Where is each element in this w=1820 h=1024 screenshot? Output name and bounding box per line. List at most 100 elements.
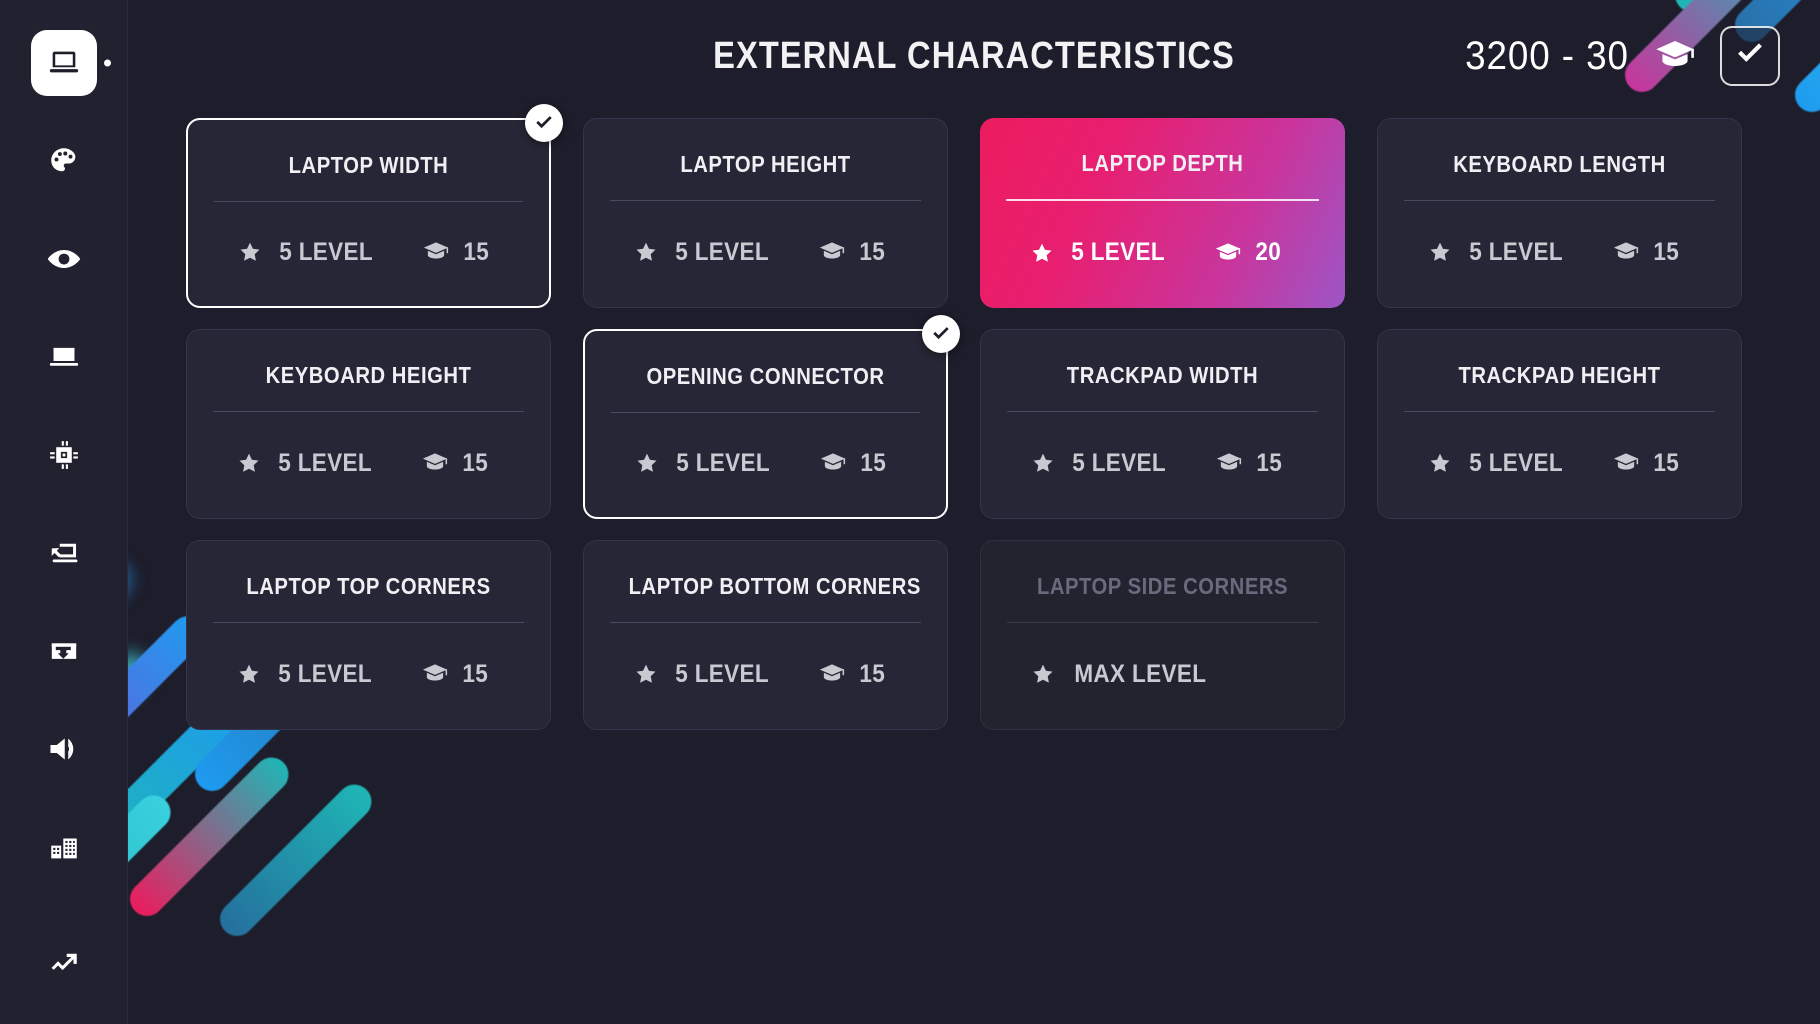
cost-value: 15 [860, 448, 887, 477]
sidebar-item-appearance[interactable] [31, 128, 97, 194]
inbox-download-icon [47, 634, 81, 668]
star-icon [635, 451, 659, 475]
card-keyboard-height[interactable]: KEYBOARD HEIGHT 5 LEVEL 15 [186, 329, 551, 519]
eye-icon [46, 241, 82, 277]
palette-icon [47, 144, 81, 178]
sidebar-item-ports[interactable] [31, 520, 97, 586]
speaker-icon [46, 731, 82, 767]
sidebar-item-hardware[interactable] [31, 422, 97, 488]
check-icon [1733, 37, 1767, 76]
sidebar-item-external[interactable] [31, 324, 97, 390]
card-title: LAPTOP HEIGHT [680, 151, 851, 177]
card-laptop-width[interactable]: LAPTOP WIDTH 5 LEVEL 15 [186, 104, 563, 308]
star-icon [1428, 240, 1452, 264]
sidebar-item-laptop-overview[interactable] [30, 30, 111, 96]
card-laptop-side-corners: LAPTOP SIDE CORNERS MAX LEVEL [980, 540, 1345, 730]
card-trackpad-width[interactable]: TRACKPAD WIDTH 5 LEVEL 15 [980, 329, 1345, 519]
score-value: 3200 - 30 [1465, 33, 1629, 78]
star-icon [237, 662, 261, 686]
cost-value: 15 [1256, 448, 1283, 477]
level-stat: 5 LEVEL [1030, 238, 1170, 267]
star-icon [1031, 451, 1055, 475]
graduation-cap-icon [422, 241, 450, 263]
trending-up-icon [47, 946, 81, 980]
header-right-group: 3200 - 30 [1458, 26, 1780, 86]
cost-value: 15 [463, 237, 490, 266]
card-title: TRACKPAD WIDTH [1066, 362, 1259, 388]
app-root: EXTERNAL CHARACTERISTICS 3200 - 30 LAPTO… [0, 0, 1820, 1024]
cost-value: 15 [1653, 237, 1680, 266]
level-value: MAX LEVEL [1074, 659, 1207, 688]
card-laptop-depth[interactable]: LAPTOP DEPTH 5 LEVEL 20 [980, 118, 1345, 308]
cost-value: 20 [1255, 238, 1282, 266]
cost-stat: 15 [421, 660, 490, 689]
cost-value: 15 [462, 659, 489, 688]
card-stats: 5 LEVEL 15 [611, 409, 920, 517]
graduation-cap-icon [1654, 39, 1696, 73]
screen-share-icon [47, 536, 81, 570]
sidebar-item-statistics[interactable] [31, 930, 97, 996]
level-stat: 5 LEVEL [634, 660, 774, 689]
card-title: LAPTOP SIDE CORNERS [1036, 573, 1289, 599]
level-stat: MAX LEVEL [1031, 660, 1214, 689]
card-stats: 5 LEVEL 15 [213, 619, 524, 729]
cost-stat: 15 [818, 660, 887, 689]
cost-stat: 15 [1612, 449, 1681, 478]
level-stat: 5 LEVEL [237, 449, 377, 478]
star-icon [1428, 451, 1452, 475]
selected-check-badge [922, 315, 960, 353]
card-title: OPENING CONNECTOR [646, 363, 885, 389]
cost-value: 15 [859, 659, 886, 688]
star-icon [634, 240, 658, 264]
graduation-cap-icon [1215, 452, 1243, 474]
sidebar-item-audio[interactable] [31, 716, 97, 782]
level-stat: 5 LEVEL [634, 238, 774, 267]
card-stats: 5 LEVEL 15 [1404, 197, 1715, 307]
graduation-cap-icon [1214, 242, 1242, 264]
sidebar-item-company[interactable] [31, 814, 97, 880]
card-stats: 5 LEVEL 15 [610, 197, 921, 307]
level-value: 5 LEVEL [1469, 237, 1564, 266]
graduation-cap-icon [1612, 452, 1640, 474]
card-title: LAPTOP DEPTH [1081, 150, 1244, 176]
level-stat: 5 LEVEL [237, 660, 377, 689]
cost-stat: 20 [1214, 238, 1283, 267]
level-value: 5 LEVEL [1469, 448, 1564, 477]
card-keyboard-length[interactable]: KEYBOARD LENGTH 5 LEVEL 15 [1377, 118, 1742, 308]
star-icon [238, 240, 262, 264]
graduation-cap-icon [818, 241, 846, 263]
card-laptop-bottom-corners[interactable]: LAPTOP BOTTOM CORNERS 5 LEVEL 15 [583, 540, 948, 730]
laptop-icon [47, 46, 81, 80]
star-icon [237, 451, 261, 475]
sidebar-item-display[interactable] [31, 226, 97, 292]
card-title: LAPTOP WIDTH [288, 152, 449, 178]
cpu-chip-icon [47, 438, 81, 472]
building-icon [47, 830, 81, 864]
card-stats: MAX LEVEL [1007, 619, 1318, 729]
header: EXTERNAL CHARACTERISTICS 3200 - 30 [128, 0, 1820, 112]
level-value: 5 LEVEL [1072, 448, 1167, 477]
level-value: 5 LEVEL [676, 448, 771, 477]
level-value: 5 LEVEL [675, 237, 770, 266]
card-stats: 5 LEVEL 15 [610, 619, 921, 729]
card-trackpad-height[interactable]: TRACKPAD HEIGHT 5 LEVEL 15 [1377, 329, 1742, 519]
level-value: 5 LEVEL [1071, 238, 1166, 266]
card-laptop-top-corners[interactable]: LAPTOP TOP CORNERS 5 LEVEL 15 [186, 540, 551, 730]
cost-stat: 15 [421, 449, 490, 478]
card-laptop-height[interactable]: LAPTOP HEIGHT 5 LEVEL 15 [583, 118, 948, 308]
cost-stat: 15 [1612, 238, 1681, 267]
star-icon [634, 662, 658, 686]
characteristics-grid: LAPTOP WIDTH 5 LEVEL 15 LAPTOP HEIGHT 5 … [186, 104, 1756, 730]
cost-stat: 15 [422, 238, 491, 267]
card-stats: 5 LEVEL 15 [1404, 408, 1715, 518]
card-opening-connector[interactable]: OPENING CONNECTOR 5 LEVEL 15 [583, 315, 960, 519]
graduation-cap-icon [818, 663, 846, 685]
confirm-button[interactable] [1720, 26, 1780, 86]
level-stat: 5 LEVEL [1428, 449, 1568, 478]
card-stats: 5 LEVEL 20 [1006, 197, 1319, 308]
sidebar-item-storage[interactable] [31, 618, 97, 684]
graduation-cap-icon [421, 663, 449, 685]
level-value: 5 LEVEL [675, 659, 770, 688]
card-title: KEYBOARD LENGTH [1453, 151, 1666, 177]
laptop-open-icon [47, 340, 81, 374]
